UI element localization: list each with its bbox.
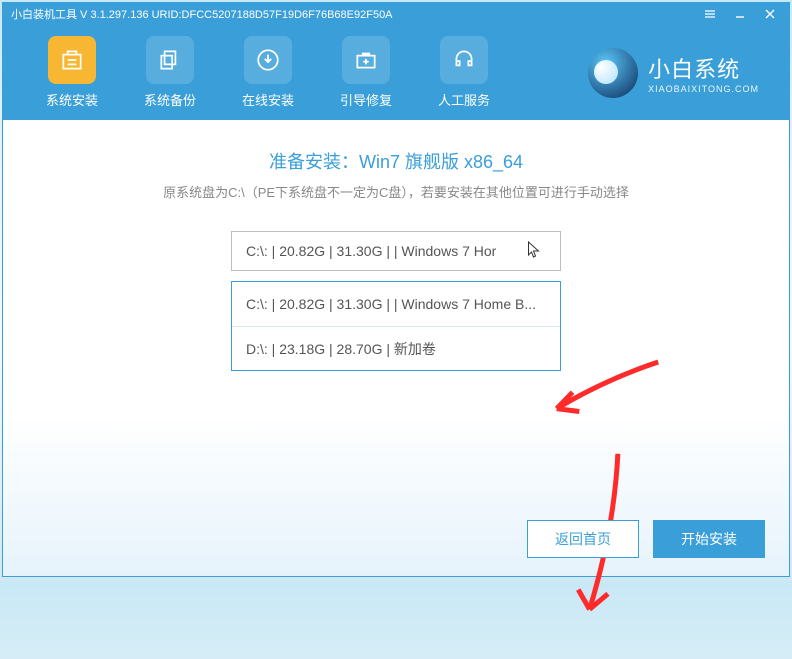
disk-dropdown-list: C:\: | 20.82G | 31.30G | | Windows 7 Hom… — [231, 281, 561, 371]
close-button[interactable] — [755, 3, 785, 25]
minimize-button[interactable] — [725, 3, 755, 25]
option-text: D:\: | 23.18G | 28.70G | 新加卷 — [246, 339, 436, 359]
brand-text: 小白系统 XIAOBAIXITONG.COM — [648, 52, 759, 94]
box-icon — [48, 36, 96, 84]
header: 系统安装 系统备份 在线安装 引导修复 — [3, 25, 789, 120]
nav-label: 在线安装 — [242, 90, 294, 109]
option-text: C:\: | 20.82G | 31.30G | | Windows 7 Hom… — [246, 296, 536, 312]
nav-label: 引导修复 — [340, 90, 392, 109]
button-label: 返回首页 — [555, 529, 611, 549]
copy-icon — [146, 36, 194, 84]
nav: 系统安装 系统备份 在线安装 引导修复 — [33, 36, 503, 109]
titlebar: 小白装机工具 V 3.1.297.136 URID:DFCC5207188D57… — [3, 3, 789, 25]
brand-logo-icon — [588, 48, 638, 98]
nav-system-backup[interactable]: 系统备份 — [131, 36, 209, 109]
brand-subtitle: XIAOBAIXITONG.COM — [648, 84, 759, 94]
window-controls — [695, 3, 785, 25]
nav-label: 系统安装 — [46, 90, 98, 109]
start-install-button[interactable]: 开始安装 — [653, 520, 765, 558]
medkit-icon — [342, 36, 390, 84]
close-icon — [764, 8, 776, 20]
install-title: 准备安装：Win7 旗舰版 x86_64 — [269, 148, 523, 174]
disk-option-d[interactable]: D:\: | 23.18G | 28.70G | 新加卷 — [232, 326, 560, 370]
button-label: 开始安装 — [681, 529, 737, 549]
selected-text: C:\: | 20.82G | 31.30G | | Windows 7 Hor — [246, 243, 496, 259]
disk-dropdown-selected[interactable]: C:\: | 20.82G | 31.30G | | Windows 7 Hor — [231, 231, 561, 271]
nav-label: 人工服务 — [438, 90, 490, 109]
nav-boot-repair[interactable]: 引导修复 — [327, 36, 405, 109]
brand: 小白系统 XIAOBAIXITONG.COM — [588, 48, 759, 98]
cursor-icon — [527, 241, 542, 262]
content: 准备安装：Win7 旗舰版 x86_64 原系统盘为C:\（PE下系统盘不一定为… — [3, 120, 789, 576]
nav-online-install[interactable]: 在线安装 — [229, 36, 307, 109]
headset-icon — [440, 36, 488, 84]
install-hint: 原系统盘为C:\（PE下系统盘不一定为C盘），若要安装在其他位置可进行手动选择 — [163, 182, 629, 201]
nav-human-service[interactable]: 人工服务 — [425, 36, 503, 109]
menu-button[interactable] — [695, 3, 725, 25]
menu-icon — [704, 8, 716, 20]
titlebar-text: 小白装机工具 V 3.1.297.136 URID:DFCC5207188D57… — [11, 6, 393, 22]
minimize-icon — [734, 8, 746, 20]
back-button[interactable]: 返回首页 — [527, 520, 639, 558]
brand-title: 小白系统 — [648, 52, 759, 84]
disk-dropdown: C:\: | 20.82G | 31.30G | | Windows 7 Hor… — [231, 231, 561, 371]
disk-option-c[interactable]: C:\: | 20.82G | 31.30G | | Windows 7 Hom… — [232, 282, 560, 326]
footer-buttons: 返回首页 开始安装 — [527, 520, 765, 558]
nav-label: 系统备份 — [144, 90, 196, 109]
download-icon — [244, 36, 292, 84]
nav-system-install[interactable]: 系统安装 — [33, 36, 111, 109]
app-window: 小白装机工具 V 3.1.297.136 URID:DFCC5207188D57… — [2, 2, 790, 577]
